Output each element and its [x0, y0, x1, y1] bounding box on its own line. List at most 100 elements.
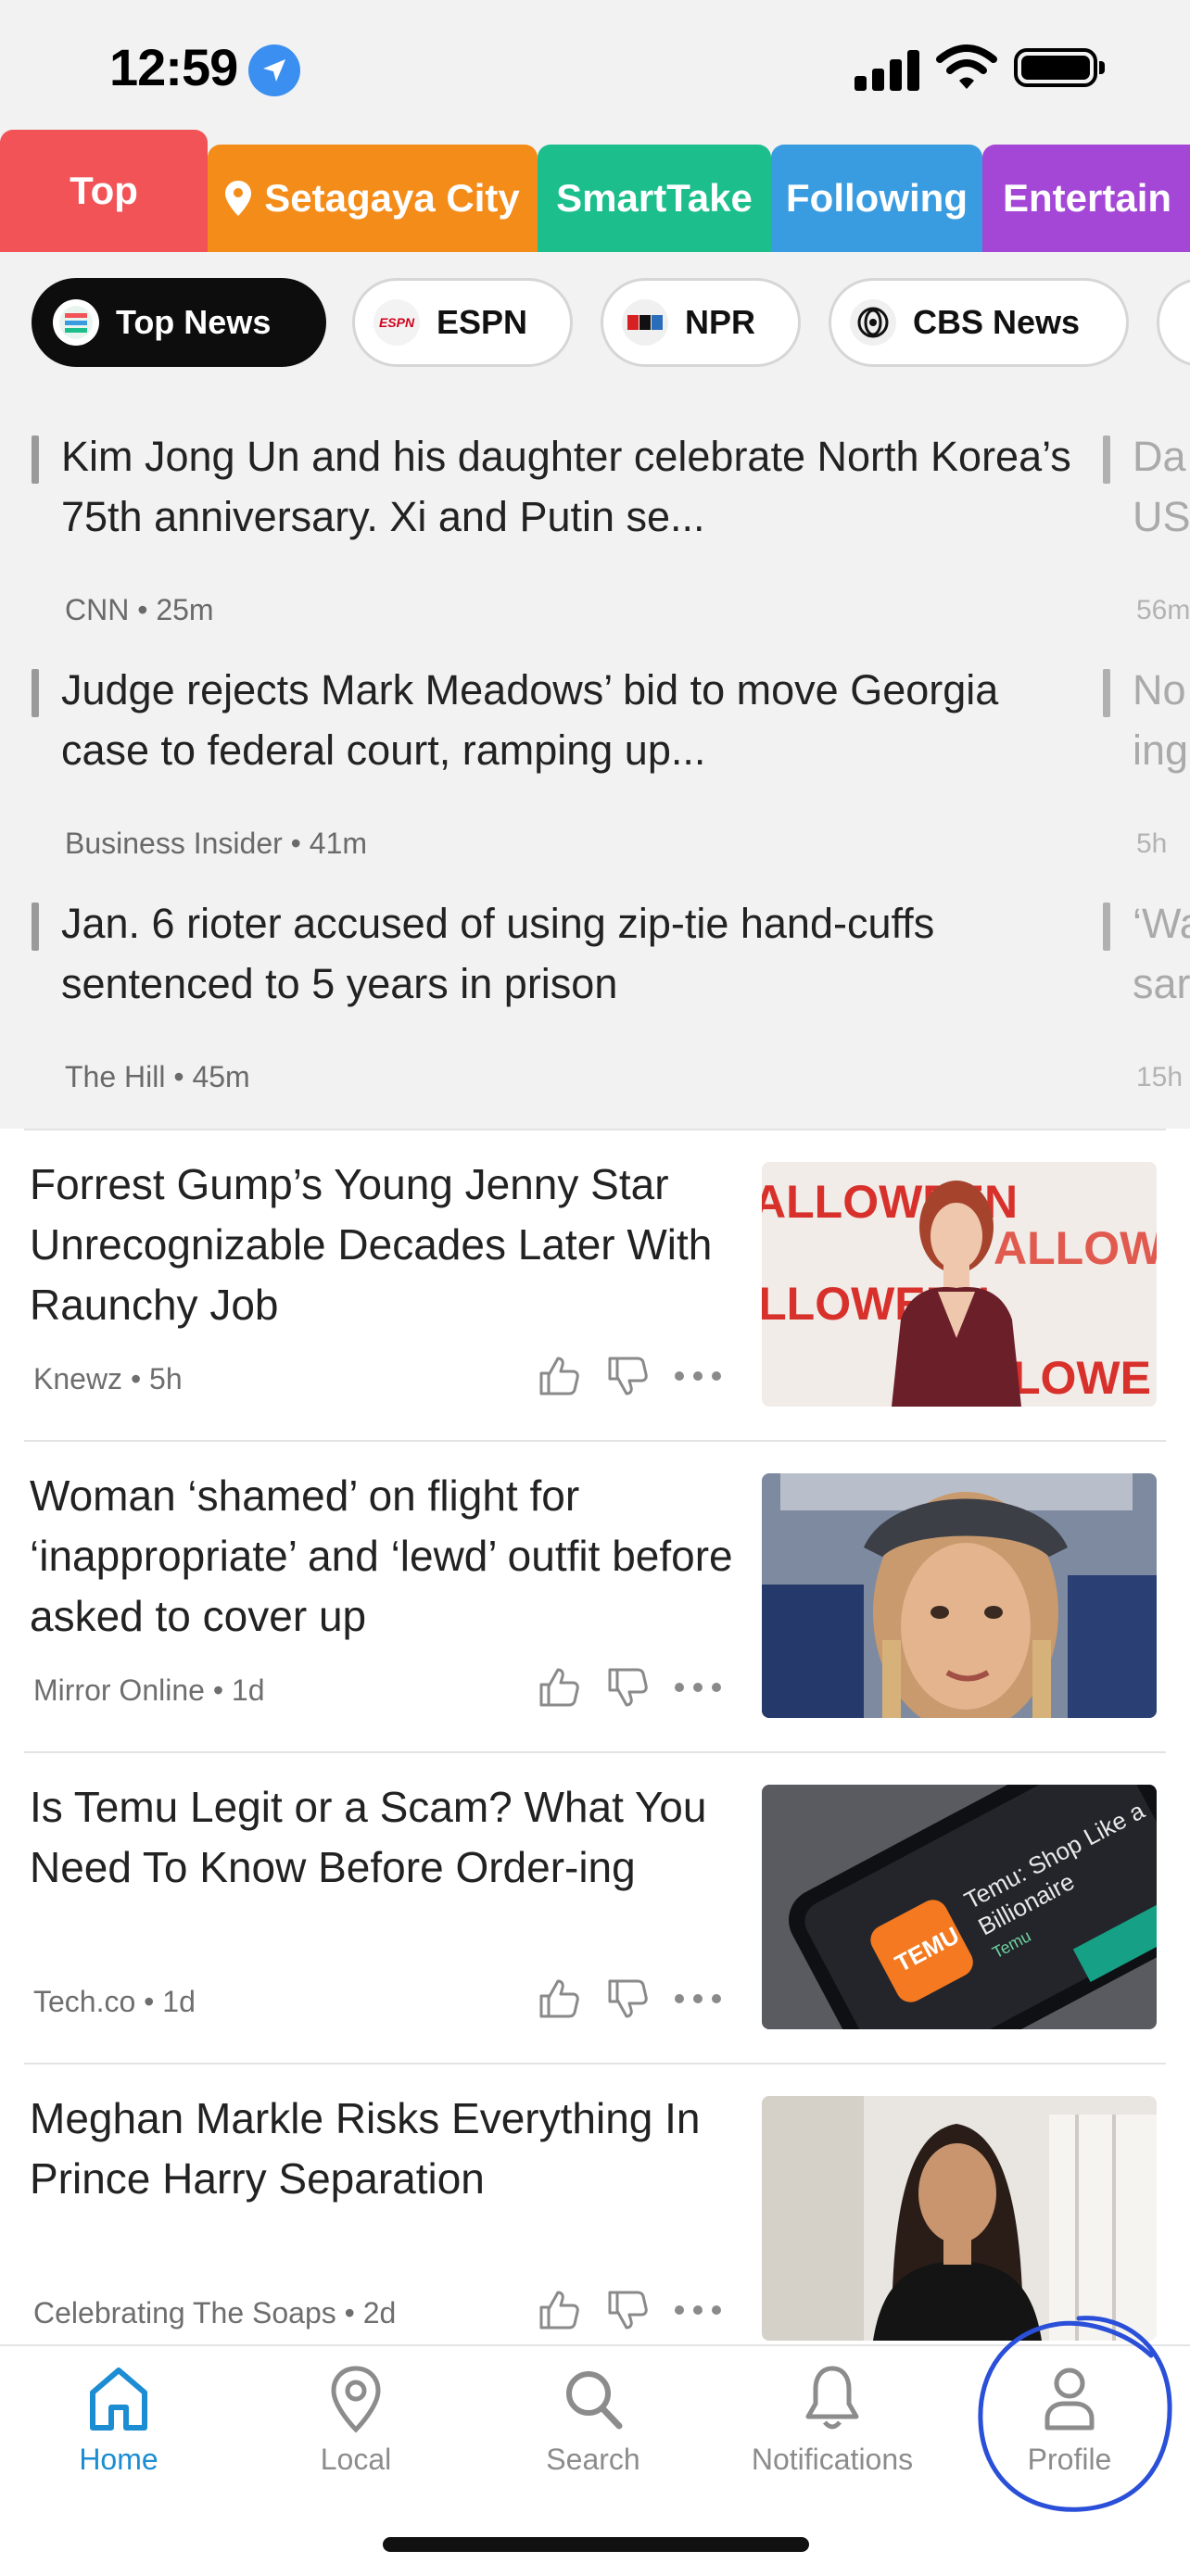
bell-icon	[805, 2366, 859, 2430]
home-indicator[interactable]	[383, 2537, 809, 2552]
feed-item[interactable]: Meghan Markle Risks Everything In Prince…	[0, 2063, 1190, 2344]
feed-item[interactable]: Woman ‘shamed’ on flight for ‘inappropri…	[0, 1440, 1190, 1751]
feed-item[interactable]: Is Temu Legit or a Scam? What You Need T…	[0, 1751, 1190, 2063]
category-tab-bar: Top Setagaya City SmartTake Following En…	[0, 130, 1190, 252]
cbs-logo-icon	[850, 299, 896, 346]
nav-search[interactable]: Search	[491, 2361, 695, 2477]
npr-logo-icon	[622, 299, 668, 346]
feed-source: Knewz	[33, 1362, 123, 1395]
top-story[interactable]: Kim Jong Un and his daughter celebrate N…	[32, 426, 1071, 630]
thumbs-down-icon[interactable]	[604, 2287, 651, 2333]
chip-espn[interactable]: ESPN ESPN	[352, 278, 573, 367]
thumbs-down-icon[interactable]	[604, 1976, 651, 2022]
thumbs-up-icon[interactable]	[536, 1664, 582, 1711]
feed-time: 2d	[362, 2296, 397, 2330]
story-source: CNN	[65, 593, 130, 626]
divider	[24, 1129, 1166, 1130]
tab-label: Top	[70, 169, 138, 212]
peek-time: 15h	[1136, 1062, 1184, 1092]
nav-label: Local	[320, 2443, 392, 2476]
story-meta: The Hill • 45m	[65, 1060, 250, 1093]
chip-cbs-news[interactable]: CBS News	[829, 278, 1129, 367]
annotation-circle	[978, 2316, 1172, 2512]
chip-label: Top News	[116, 303, 272, 341]
tab-smarttake[interactable]: SmartTake	[538, 145, 771, 252]
thumbs-up-icon[interactable]	[536, 1976, 582, 2022]
top-stories-carousel: Kim Jong Un and his daughter celebrate N…	[0, 397, 1190, 1129]
story-meta: CNN • 25m	[65, 593, 214, 626]
tab-top[interactable]: Top	[0, 130, 208, 252]
svg-text:ALLOWE: ALLOWE	[994, 1222, 1157, 1274]
tab-entertainment[interactable]: Entertain	[982, 145, 1190, 252]
story-time: 41m	[309, 827, 368, 860]
location-pin-icon	[225, 181, 252, 216]
feed-time: 1d	[231, 1673, 265, 1707]
battery-icon	[1014, 48, 1097, 87]
espn-logo-icon: ESPN	[373, 299, 420, 346]
tab-following[interactable]: Following	[771, 145, 982, 252]
thumbs-down-icon[interactable]	[604, 1353, 651, 1399]
peek-story[interactable]: ‘Wa sar 15h	[1103, 893, 1190, 1097]
nav-home[interactable]: Home	[17, 2361, 221, 2477]
story-source: The Hill	[65, 1060, 166, 1093]
peek-story[interactable]: Da US 56m	[1103, 426, 1190, 630]
nav-label: Notifications	[751, 2443, 914, 2476]
nav-label: Home	[79, 2443, 158, 2476]
more-options-icon[interactable]	[673, 1991, 723, 2006]
top-story[interactable]: Judge rejects Mark Meadows’ bid to move …	[32, 660, 1042, 864]
peek-time: 5h	[1136, 828, 1168, 859]
feed-time: 5h	[149, 1362, 183, 1395]
chip-npr[interactable]: NPR	[601, 278, 801, 367]
feed-source: Tech.co	[33, 1985, 136, 2018]
source-chip-bar: Top News ESPN ESPN NPR CBS News	[0, 252, 1190, 397]
feed-meta: Mirror Online • 1d	[33, 1673, 265, 1707]
peek-title: ‘Wa sar	[1133, 900, 1190, 1007]
status-bar: 12:59	[0, 0, 1190, 130]
wifi-icon	[936, 43, 997, 95]
cellular-signal-icon	[855, 48, 919, 91]
chip-label: CBS News	[913, 303, 1081, 341]
tab-setagaya-city[interactable]: Setagaya City	[208, 145, 538, 252]
more-options-icon[interactable]	[673, 1680, 723, 1695]
tab-label: Following	[786, 176, 968, 220]
peek-title: No ing	[1133, 666, 1189, 774]
search-icon	[566, 2371, 623, 2430]
feed-meta: Celebrating The Soaps • 2d	[33, 2296, 397, 2330]
more-options-icon[interactable]	[673, 2303, 723, 2317]
nav-local[interactable]: Local	[254, 2361, 458, 2477]
feed-title: Forrest Gump’s Young Jenny Star Unrecogn…	[30, 1160, 713, 1329]
feed-title: Woman ‘shamed’ on flight for ‘inappropri…	[30, 1471, 733, 1640]
location-pin-icon	[331, 2366, 381, 2433]
story-title: Jan. 6 rioter accused of using zip-tie h…	[61, 900, 935, 1007]
nav-notifications[interactable]: Notifications	[730, 2361, 934, 2477]
divider	[24, 1751, 1166, 1753]
feed-item[interactable]: Forrest Gump’s Young Jenny Star Unrecogn…	[0, 1129, 1190, 1440]
tab-label: SmartTake	[556, 176, 753, 220]
feed-time: 1d	[162, 1985, 196, 2018]
story-title: Judge rejects Mark Meadows’ bid to move …	[61, 666, 999, 774]
thumbs-down-icon[interactable]	[604, 1664, 651, 1711]
top-story[interactable]: Jan. 6 rioter accused of using zip-tie h…	[32, 893, 1042, 1097]
peek-story[interactable]: No ing 5h	[1103, 660, 1190, 864]
tab-label: Entertain	[1003, 176, 1172, 220]
story-title: Kim Jong Un and his daughter celebrate N…	[61, 433, 1071, 540]
temu-phone-photo[interactable]: TEMU Temu: Shop Like a Billionaire Temu	[762, 1785, 1157, 2029]
story-time: 25m	[156, 593, 214, 626]
airplane-selfie-photo[interactable]	[762, 1473, 1157, 1718]
thumbs-up-icon[interactable]	[536, 1353, 582, 1399]
chip-more[interactable]	[1157, 278, 1190, 367]
location-arrow-icon	[248, 44, 300, 96]
feed-title: Is Temu Legit or a Scam? What You Need T…	[30, 1783, 707, 1891]
more-options-icon[interactable]	[673, 1369, 723, 1383]
thumbs-up-icon[interactable]	[536, 2287, 582, 2333]
red-carpet-photo[interactable]: ALLOWEEN ALLOWEEN ALLOWE LOWE	[762, 1162, 1157, 1407]
story-time: 45m	[192, 1060, 250, 1093]
top-news-logo-icon	[53, 299, 99, 346]
feed-title: Meghan Markle Risks Everything In Prince…	[30, 2094, 701, 2203]
chip-top-news[interactable]: Top News	[32, 278, 326, 367]
story-source: Business Insider	[65, 827, 283, 860]
news-feed: Forrest Gump’s Young Jenny Star Unrecogn…	[0, 1129, 1190, 2344]
peek-time: 56m	[1136, 595, 1190, 625]
feed-meta: Knewz • 5h	[33, 1362, 183, 1395]
portrait-photo[interactable]	[762, 2096, 1157, 2341]
